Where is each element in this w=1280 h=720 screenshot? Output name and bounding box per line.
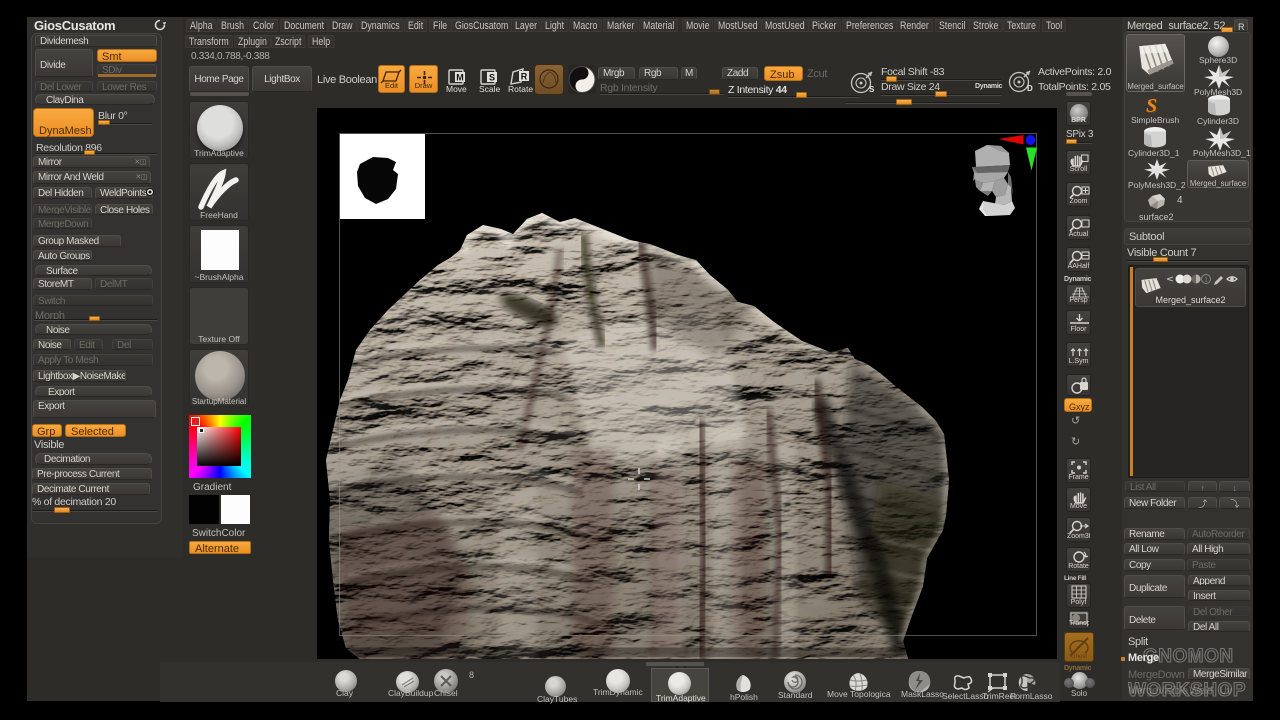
svg-text:Ghost: Ghost (1071, 654, 1087, 660)
svg-text:D: D (1027, 84, 1033, 93)
svg-text:1: 1 (1204, 278, 1208, 284)
svg-text:S: S (869, 85, 875, 94)
svg-text:M: M (456, 73, 464, 83)
svg-text:R: R (521, 72, 528, 82)
svg-text:S: S (489, 73, 495, 83)
